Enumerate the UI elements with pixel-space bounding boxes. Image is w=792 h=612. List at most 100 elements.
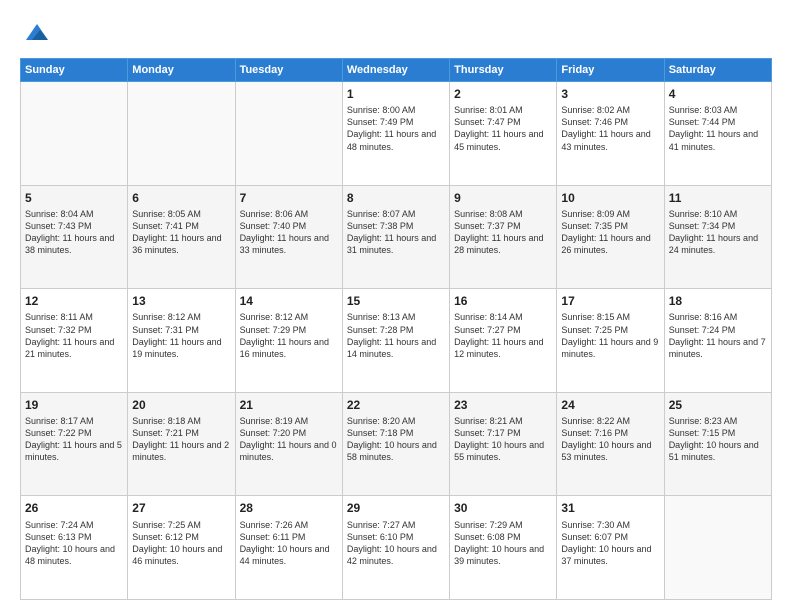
calendar-cell: 7Sunrise: 8:06 AMSunset: 7:40 PMDaylight… bbox=[235, 185, 342, 289]
day-number: 12 bbox=[25, 293, 123, 309]
day-number: 17 bbox=[561, 293, 659, 309]
sunrise-text: Sunrise: 8:12 AM bbox=[240, 312, 309, 322]
calendar-cell: 27Sunrise: 7:25 AMSunset: 6:12 PMDayligh… bbox=[128, 496, 235, 600]
sunset-text: Sunset: 7:24 PM bbox=[669, 325, 736, 335]
weekday-header-wednesday: Wednesday bbox=[342, 59, 449, 82]
sunrise-text: Sunrise: 8:18 AM bbox=[132, 416, 201, 426]
daylight-text: Daylight: 11 hours and 33 minutes. bbox=[240, 233, 329, 255]
sunset-text: Sunset: 7:17 PM bbox=[454, 428, 521, 438]
day-number: 30 bbox=[454, 500, 552, 516]
sunrise-text: Sunrise: 7:30 AM bbox=[561, 520, 630, 530]
sunset-text: Sunset: 7:32 PM bbox=[25, 325, 92, 335]
day-number: 20 bbox=[132, 397, 230, 413]
sunrise-text: Sunrise: 8:22 AM bbox=[561, 416, 630, 426]
sunset-text: Sunset: 7:46 PM bbox=[561, 117, 628, 127]
calendar-cell: 20Sunrise: 8:18 AMSunset: 7:21 PMDayligh… bbox=[128, 392, 235, 496]
sunrise-text: Sunrise: 8:17 AM bbox=[25, 416, 94, 426]
logo-icon bbox=[22, 18, 52, 48]
weekday-header-monday: Monday bbox=[128, 59, 235, 82]
daylight-text: Daylight: 11 hours and 19 minutes. bbox=[132, 337, 221, 359]
sunrise-text: Sunrise: 8:02 AM bbox=[561, 105, 630, 115]
calendar-week-row: 12 Sunrise: 8:11 AM Sunset: 7:32 PM Dayligh… bbox=[21, 289, 772, 393]
day-number: 2 bbox=[454, 86, 552, 102]
sunrise-text: Sunrise: 8:14 AM bbox=[454, 312, 523, 322]
calendar-cell: 26Sunrise: 7:24 AMSunset: 6:13 PMDayligh… bbox=[21, 496, 128, 600]
day-number: 28 bbox=[240, 500, 338, 516]
sunrise-text: Sunrise: 8:19 AM bbox=[240, 416, 309, 426]
calendar-cell: 30Sunrise: 7:29 AMSunset: 6:08 PMDayligh… bbox=[450, 496, 557, 600]
header bbox=[20, 16, 772, 48]
sunrise-text: Sunrise: 7:25 AM bbox=[132, 520, 201, 530]
sunset-text: Sunset: 6:13 PM bbox=[25, 532, 92, 542]
sunrise-text: Sunrise: 8:09 AM bbox=[561, 209, 630, 219]
calendar-week-row: 1Sunrise: 8:00 AMSunset: 7:49 PMDaylight… bbox=[21, 82, 772, 186]
sunrise-text: Sunrise: 8:04 AM bbox=[25, 209, 94, 219]
day-number: 6 bbox=[132, 190, 230, 206]
calendar-cell: 29Sunrise: 7:27 AMSunset: 6:10 PMDayligh… bbox=[342, 496, 449, 600]
daylight-text: Daylight: 11 hours and 41 minutes. bbox=[669, 129, 758, 151]
day-number: 3 bbox=[561, 86, 659, 102]
sunrise-text: Sunrise: 7:27 AM bbox=[347, 520, 416, 530]
sunset-text: Sunset: 6:11 PM bbox=[240, 532, 306, 542]
sunset-text: Sunset: 7:15 PM bbox=[669, 428, 736, 438]
daylight-text: Daylight: 11 hours and 21 minutes. bbox=[25, 337, 114, 359]
daylight-text: Daylight: 10 hours and 44 minutes. bbox=[240, 544, 330, 566]
day-number: 23 bbox=[454, 397, 552, 413]
sunrise-text: Sunrise: 8:07 AM bbox=[347, 209, 416, 219]
sunset-text: Sunset: 6:10 PM bbox=[347, 532, 414, 542]
calendar-cell: 1Sunrise: 8:00 AMSunset: 7:49 PMDaylight… bbox=[342, 82, 449, 186]
daylight-text: Daylight: 10 hours and 55 minutes. bbox=[454, 440, 544, 462]
daylight-text: Daylight: 11 hours and 38 minutes. bbox=[25, 233, 114, 255]
calendar-cell: 9Sunrise: 8:08 AMSunset: 7:37 PMDaylight… bbox=[450, 185, 557, 289]
calendar-cell: 11Sunrise: 8:10 AMSunset: 7:34 PMDayligh… bbox=[664, 185, 771, 289]
sunset-text: Sunset: 6:12 PM bbox=[132, 532, 199, 542]
weekday-header-friday: Friday bbox=[557, 59, 664, 82]
sunset-text: Sunset: 6:08 PM bbox=[454, 532, 521, 542]
daylight-text: Daylight: 10 hours and 42 minutes. bbox=[347, 544, 437, 566]
sunrise-text: Sunrise: 8:01 AM bbox=[454, 105, 523, 115]
calendar-cell: 21Sunrise: 8:19 AMSunset: 7:20 PMDayligh… bbox=[235, 392, 342, 496]
sunset-text: Sunset: 7:18 PM bbox=[347, 428, 414, 438]
day-number: 11 bbox=[669, 190, 767, 206]
sunrise-text: Sunrise: 8:11 AM bbox=[25, 312, 93, 322]
day-number: 26 bbox=[25, 500, 123, 516]
daylight-text: Daylight: 11 hours and 45 minutes. bbox=[454, 129, 543, 151]
day-number: 1 bbox=[347, 86, 445, 102]
sunrise-text: Sunrise: 8:00 AM bbox=[347, 105, 416, 115]
sunset-text: Sunset: 7:44 PM bbox=[669, 117, 736, 127]
daylight-text: Daylight: 11 hours and 24 minutes. bbox=[669, 233, 758, 255]
weekday-header-row: SundayMondayTuesdayWednesdayThursdayFrid… bbox=[21, 59, 772, 82]
weekday-header-tuesday: Tuesday bbox=[235, 59, 342, 82]
day-number: 25 bbox=[669, 397, 767, 413]
sunrise-text: Sunrise: 8:21 AM bbox=[454, 416, 523, 426]
sunset-text: Sunset: 7:20 PM bbox=[240, 428, 307, 438]
calendar-cell: 5Sunrise: 8:04 AMSunset: 7:43 PMDaylight… bbox=[21, 185, 128, 289]
sunset-text: Sunset: 6:07 PM bbox=[561, 532, 628, 542]
sunset-text: Sunset: 7:31 PM bbox=[132, 325, 199, 335]
calendar-cell: 18Sunrise: 8:16 AMSunset: 7:24 PMDayligh… bbox=[664, 289, 771, 393]
calendar-cell: 22Sunrise: 8:20 AMSunset: 7:18 PMDayligh… bbox=[342, 392, 449, 496]
sunrise-text: Sunrise: 8:05 AM bbox=[132, 209, 201, 219]
calendar-cell: 17Sunrise: 8:15 AMSunset: 7:25 PMDayligh… bbox=[557, 289, 664, 393]
day-number: 16 bbox=[454, 293, 552, 309]
sunrise-text: Sunrise: 8:16 AM bbox=[669, 312, 738, 322]
daylight-text: Daylight: 11 hours and 36 minutes. bbox=[132, 233, 221, 255]
sunset-text: Sunset: 7:40 PM bbox=[240, 221, 307, 231]
sunset-text: Sunset: 7:38 PM bbox=[347, 221, 414, 231]
sunset-text: Sunset: 7:21 PM bbox=[132, 428, 199, 438]
daylight-text: Daylight: 11 hours and 16 minutes. bbox=[240, 337, 329, 359]
calendar-cell: 10Sunrise: 8:09 AMSunset: 7:35 PMDayligh… bbox=[557, 185, 664, 289]
calendar: SundayMondayTuesdayWednesdayThursdayFrid… bbox=[20, 58, 772, 600]
day-number: 8 bbox=[347, 190, 445, 206]
daylight-text: Daylight: 11 hours and 28 minutes. bbox=[454, 233, 543, 255]
daylight-text: Daylight: 10 hours and 53 minutes. bbox=[561, 440, 651, 462]
daylight-text: Daylight: 10 hours and 58 minutes. bbox=[347, 440, 437, 462]
calendar-cell: 28 Sunrise: 7:26 AM Sunset: 6:11 PM Dayligh… bbox=[235, 496, 342, 600]
day-number: 24 bbox=[561, 397, 659, 413]
calendar-week-row: 19Sunrise: 8:17 AMSunset: 7:22 PMDayligh… bbox=[21, 392, 772, 496]
logo bbox=[20, 16, 52, 48]
calendar-cell: 14Sunrise: 8:12 AMSunset: 7:29 PMDayligh… bbox=[235, 289, 342, 393]
daylight-text: Daylight: 11 hours and 14 minutes. bbox=[347, 337, 436, 359]
sunrise-text: Sunrise: 7:26 AM bbox=[240, 520, 309, 530]
sunrise-text: Sunrise: 8:08 AM bbox=[454, 209, 523, 219]
